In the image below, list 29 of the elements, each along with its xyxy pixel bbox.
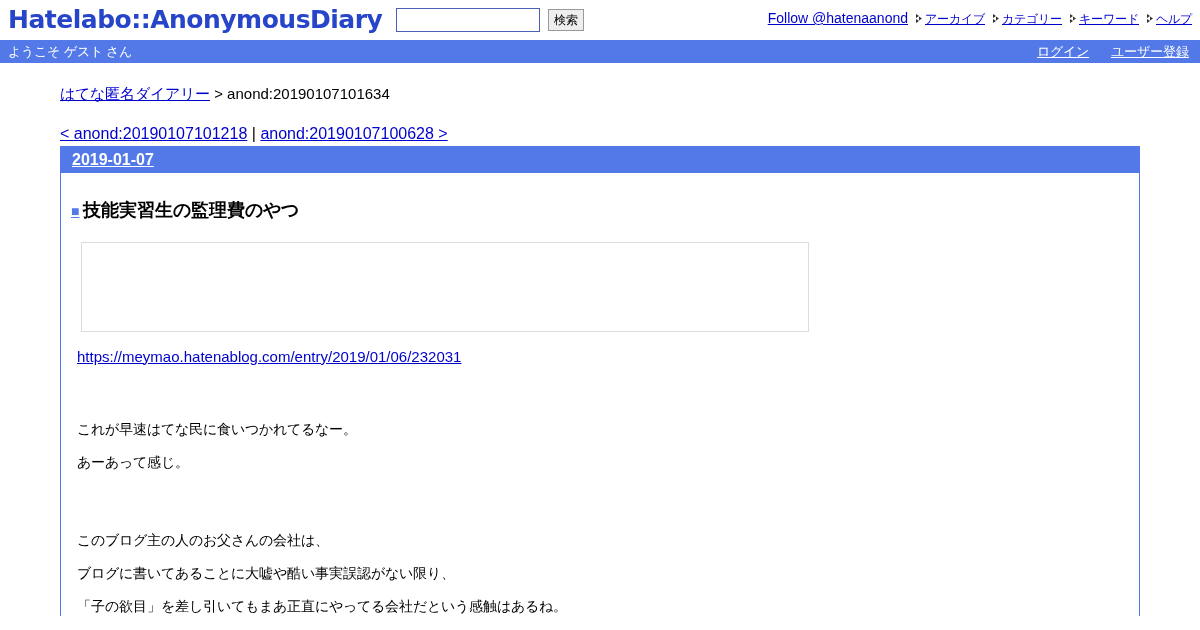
next-entry-link[interactable]: anond:20190107100628 > — [260, 124, 448, 142]
site-logo[interactable]: Hatelabo::AnonymousDiary — [8, 1, 383, 39]
section-link[interactable]: ■ — [71, 200, 80, 222]
entry-title: 技能実習生の監理費のやつ — [83, 198, 300, 222]
body-paragraph: 「子の欲目」を差し引いてもまあ正直にやってる会社だという感触はあるね。 — [77, 597, 568, 616]
nav-link-item[interactable]: カテゴリー — [1002, 9, 1062, 28]
pager-separator: | — [251, 124, 256, 142]
nav-link-item[interactable]: ヘルプ — [1156, 9, 1192, 28]
previous-entry-link[interactable]: < anond:20190107101218 — [60, 124, 248, 142]
bullet-icon — [1070, 14, 1076, 23]
date-link[interactable]: 2019-01-07 — [72, 147, 154, 172]
welcome-text: ようこそ ゲスト さん — [8, 42, 133, 61]
body-paragraph: あーあって感じ。 — [77, 453, 190, 472]
bullet-icon — [993, 14, 999, 23]
breadcrumb-current: > anond:20190107101634 — [214, 85, 390, 102]
bullet-icon — [1147, 14, 1153, 23]
breadcrumb-link[interactable]: はてな匿名ダイアリー — [60, 85, 210, 102]
account-link[interactable]: ユーザー登録 — [1111, 43, 1189, 59]
nav-link-item[interactable]: アーカイブ — [925, 9, 985, 28]
account-link[interactable]: ログイン — [1037, 43, 1089, 59]
follow-link[interactable]: Follow @hatenaanond — [767, 8, 908, 29]
search-field[interactable] — [396, 8, 541, 32]
entry-url-link[interactable]: https://meymao.hatenablog.com/entry/2019/01/06/232031 — [77, 347, 462, 365]
search-button[interactable]: 検索 — [548, 9, 585, 31]
bullet-icon — [916, 14, 922, 23]
nav-link-item[interactable]: キーワード — [1079, 9, 1139, 28]
body-paragraph: ブログに書いてあることに大嘘や酷い事実誤認がない限り、 — [77, 564, 456, 583]
body-paragraph: これが早速はてな民に食いつかれてるなー。 — [77, 420, 358, 439]
body-paragraph: このブログ主の人のお父さんの会社は、 — [77, 531, 330, 550]
